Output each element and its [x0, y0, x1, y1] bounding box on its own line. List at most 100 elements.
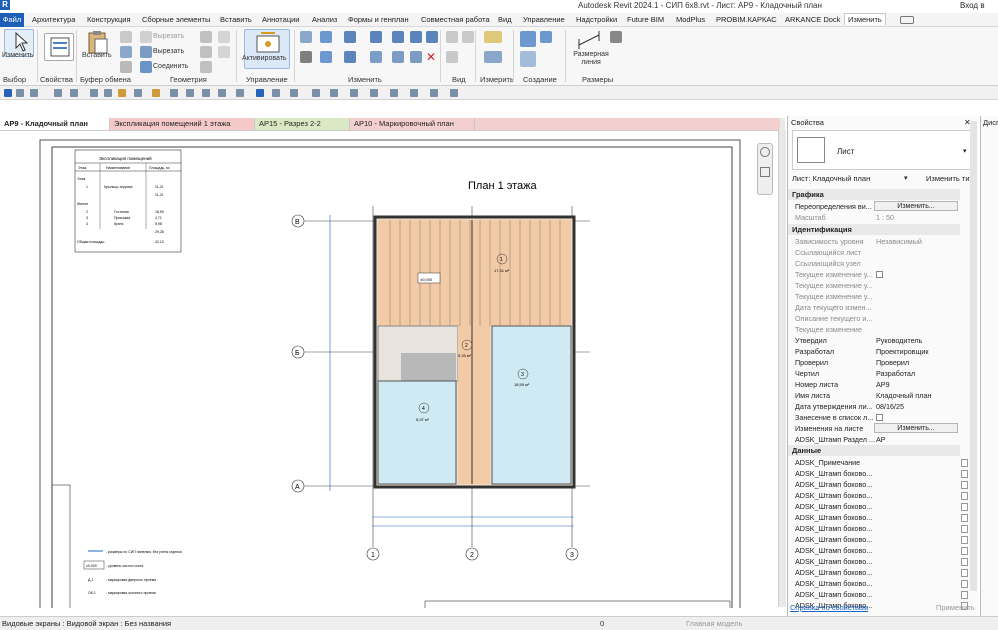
checkbox[interactable] — [876, 271, 883, 278]
spot-elev-icon[interactable] — [170, 89, 178, 97]
edit-type-button[interactable]: Изменить тип — [926, 174, 974, 183]
pin-icon[interactable] — [410, 51, 422, 63]
qat-tool-icon[interactable] — [370, 89, 378, 97]
tab-ap15[interactable]: АР15 - Разрез 2-2 — [255, 118, 350, 130]
edit-overrides-button[interactable]: Изменить... — [874, 201, 958, 211]
qat-tool-icon[interactable] — [410, 89, 418, 97]
type-selector[interactable]: Лист ▾ — [792, 130, 975, 170]
file-menu[interactable]: Файл — [0, 13, 24, 27]
copy-modify-icon[interactable] — [320, 51, 332, 63]
design-option[interactable]: Главная модель — [686, 619, 742, 628]
cut-icon[interactable] — [120, 31, 132, 43]
select-dropdown[interactable]: Выбор — [3, 75, 26, 84]
cut-geometry-icon[interactable] — [140, 46, 152, 58]
move-icon[interactable] — [300, 51, 312, 63]
trim-icon[interactable] — [370, 51, 382, 63]
undo-icon[interactable] — [54, 89, 62, 97]
group-graphics[interactable]: Графика — [788, 189, 960, 200]
cope-icon[interactable] — [140, 31, 152, 43]
chevron-down-icon[interactable]: ▾ — [904, 174, 908, 182]
detail-line-icon[interactable] — [186, 89, 194, 97]
text-a-icon[interactable] — [202, 89, 210, 97]
apply-button[interactable]: Применить — [936, 603, 975, 612]
property-checkbox[interactable] — [961, 547, 968, 555]
property-checkbox[interactable] — [961, 492, 968, 500]
property-value[interactable]: АР — [876, 435, 886, 444]
qat-tool-icon[interactable] — [390, 89, 398, 97]
tab-massing[interactable]: Формы и генплан — [348, 15, 409, 24]
print-icon[interactable] — [90, 89, 98, 97]
tab-future-bim[interactable]: Future BIM — [627, 15, 664, 24]
tab-probim[interactable]: PROBIM.КАРКАС — [716, 15, 777, 24]
property-checkbox[interactable] — [961, 459, 968, 467]
tab-view[interactable]: Вид — [498, 15, 512, 24]
ribbon-options-icon[interactable] — [900, 16, 914, 24]
create-similar-icon[interactable] — [520, 51, 536, 67]
split-face-icon[interactable] — [200, 46, 212, 58]
revisions-edit-button[interactable]: Изменить... — [874, 423, 958, 433]
property-value[interactable]: Независимый — [876, 237, 922, 246]
tab-annotate[interactable]: Аннотации — [262, 15, 300, 24]
redo-icon[interactable] — [70, 89, 78, 97]
copy-icon[interactable] — [120, 46, 132, 58]
property-checkbox[interactable] — [961, 536, 968, 544]
tab-insert[interactable]: Вставить — [220, 15, 252, 24]
property-value[interactable]: Проектировщик — [876, 347, 929, 356]
checkbox-checked[interactable] — [876, 414, 883, 421]
override-icon[interactable] — [446, 51, 458, 63]
property-value[interactable]: 1 : 50 — [876, 213, 894, 222]
vertical-scrollbar[interactable] — [778, 130, 786, 607]
zoom-icon[interactable] — [760, 167, 770, 177]
settings-icon[interactable] — [610, 31, 622, 43]
mirror-icon[interactable] — [344, 31, 356, 43]
properties-button[interactable] — [44, 33, 74, 61]
demolish-icon[interactable] — [200, 61, 212, 73]
open-icon[interactable] — [16, 89, 24, 97]
scale-icon[interactable] — [410, 31, 422, 43]
delete-icon[interactable]: ✕ — [426, 51, 438, 63]
drawing-canvas[interactable]: Экспликация помещений Этаж Наименование … — [0, 130, 780, 621]
property-checkbox[interactable] — [961, 470, 968, 478]
tag-icon[interactable] — [118, 89, 126, 97]
property-value[interactable]: Разработал — [876, 369, 915, 378]
close-hidden-icon[interactable] — [272, 89, 280, 97]
property-checkbox[interactable] — [961, 503, 968, 511]
sync-icon[interactable] — [30, 89, 38, 97]
split-icon[interactable] — [392, 31, 404, 43]
wall-joins-icon[interactable] — [218, 31, 230, 43]
property-checkbox[interactable] — [961, 558, 968, 566]
join-icon[interactable] — [140, 61, 152, 73]
save-icon[interactable] — [4, 89, 12, 97]
align-icon[interactable] — [300, 31, 312, 43]
group-identity[interactable]: Идентификация — [788, 224, 960, 235]
tab-modplus[interactable]: ModPlus — [676, 15, 705, 24]
section-icon[interactable] — [236, 89, 244, 97]
hide-icon[interactable] — [446, 31, 458, 43]
property-checkbox[interactable] — [961, 580, 968, 588]
tab-collaborate[interactable]: Совместная работа — [421, 15, 490, 24]
group-data[interactable]: Данные — [788, 445, 960, 456]
thin-lines-icon[interactable] — [256, 89, 264, 97]
tab-addins[interactable]: Надстройки — [576, 15, 617, 24]
switch-windows-icon[interactable] — [290, 89, 298, 97]
property-checkbox[interactable] — [961, 481, 968, 489]
dimension-icon[interactable] — [484, 51, 502, 63]
text-icon[interactable] — [134, 89, 142, 97]
qat-tool-icon[interactable] — [450, 89, 458, 97]
array-icon[interactable] — [392, 51, 404, 63]
property-value[interactable]: Руководитель — [876, 336, 922, 345]
rotate-icon[interactable] — [344, 51, 356, 63]
tab-manage[interactable]: Управление — [523, 15, 565, 24]
property-value[interactable]: 08/16/25 — [876, 402, 904, 411]
property-value[interactable]: АР9 — [876, 380, 890, 389]
property-checkbox[interactable] — [961, 569, 968, 577]
qat-tool-icon[interactable] — [350, 89, 358, 97]
activate-view-button[interactable] — [244, 29, 290, 69]
tab-analyze[interactable]: Анализ — [312, 15, 337, 24]
tab-schedule[interactable]: Экспликация помещений 1 этажа — [110, 118, 255, 130]
tab-modify[interactable]: Изменить — [844, 13, 886, 25]
property-checkbox[interactable] — [961, 591, 968, 599]
tab-arkance[interactable]: ARKANCE Dock — [785, 15, 840, 24]
tab-architecture[interactable]: Архитектура — [32, 15, 75, 24]
qat-tool-icon[interactable] — [430, 89, 438, 97]
